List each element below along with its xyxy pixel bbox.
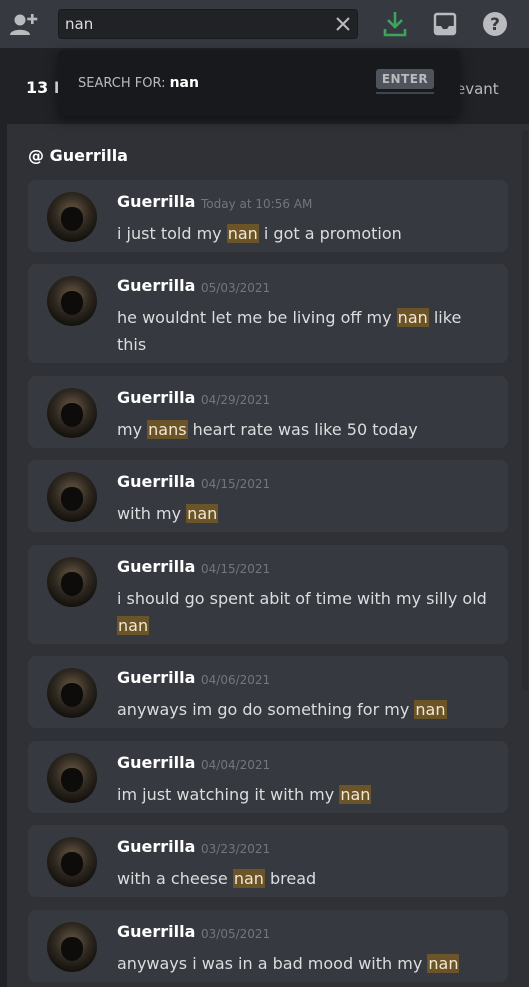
search-highlight: nan xyxy=(117,616,150,635)
message-content: with a cheese nan bread xyxy=(117,865,487,892)
avatar[interactable] xyxy=(47,472,97,522)
help-icon[interactable]: ? xyxy=(480,8,510,40)
message-author[interactable]: Guerrilla xyxy=(117,837,195,856)
search-result[interactable]: Guerrilla 05/03/2021 he wouldnt let me be … xyxy=(28,264,508,363)
message-text: with a cheese xyxy=(117,869,233,888)
message-timestamp: 04/15/2021 xyxy=(201,477,271,491)
search-result[interactable]: Guerrilla 04/04/2021 im just watching it w… xyxy=(28,741,508,813)
message-content: he wouldnt let me be living off my nan l… xyxy=(117,304,487,358)
search-suggestion-dropdown[interactable]: SEARCH FOR: nan ENTER xyxy=(58,50,460,116)
message-text: anyways im go do something for my xyxy=(117,700,415,719)
download-icon[interactable] xyxy=(380,8,410,40)
enter-key-badge: ENTER xyxy=(376,69,434,89)
search-result[interactable]: Guerrilla 04/29/2021 my nans heart rate wa… xyxy=(28,376,508,448)
message-timestamp: 03/05/2021 xyxy=(201,927,271,941)
scrollbar[interactable] xyxy=(522,130,528,690)
message-timestamp: 05/03/2021 xyxy=(201,281,271,295)
message-text: i got a promotion xyxy=(258,224,402,243)
message-content: im just watching it with my nan xyxy=(117,781,487,808)
search-result[interactable]: Guerrilla 03/05/2021 anyways i was in a ba… xyxy=(28,910,508,982)
message-author[interactable]: Guerrilla xyxy=(117,668,195,687)
search-highlight: nan xyxy=(414,700,447,719)
message-text: he wouldnt let me be living off my xyxy=(117,308,397,327)
message-timestamp: 04/15/2021 xyxy=(201,562,271,576)
message-content: my nans heart rate was like 50 today xyxy=(117,416,487,443)
search-suggestion-term: nan xyxy=(169,75,199,91)
search-input[interactable] xyxy=(65,10,325,38)
search-highlight: nans xyxy=(147,420,188,439)
search-result[interactable]: Guerrilla 04/15/2021 i should go spent abi… xyxy=(28,545,508,644)
avatar[interactable] xyxy=(47,837,97,887)
search-highlight: nan xyxy=(232,869,265,888)
message-content: with my nan xyxy=(117,500,487,527)
search-highlight: nan xyxy=(186,504,219,523)
message-text: bread xyxy=(264,869,317,888)
search-result[interactable]: Guerrilla 04/15/2021 with my nan xyxy=(28,460,508,532)
inbox-icon[interactable] xyxy=(430,8,460,40)
message-content: anyways i was in a bad mood with my nan xyxy=(117,950,487,977)
add-friend-icon[interactable] xyxy=(8,8,40,40)
search-suggestion-prefix: SEARCH FOR: xyxy=(78,76,166,91)
message-timestamp: Today at 10:56 AM xyxy=(201,197,313,211)
message-author[interactable]: Guerrilla xyxy=(117,192,195,211)
message-author[interactable]: Guerrilla xyxy=(117,922,195,941)
left-strip xyxy=(0,48,7,987)
enter-key-underline xyxy=(376,92,434,94)
search-suggestion[interactable]: SEARCH FOR: nan xyxy=(78,75,199,91)
search-result[interactable]: Guerrilla 03/23/2021 with a cheese nan bre… xyxy=(28,825,508,897)
message-author[interactable]: Guerrilla xyxy=(117,388,195,407)
message-author[interactable]: Guerrilla xyxy=(117,753,195,772)
message-author[interactable]: Guerrilla xyxy=(117,276,195,295)
message-timestamp: 03/23/2021 xyxy=(201,842,271,856)
message-text: i should go spent abit of time with my s… xyxy=(117,589,487,608)
channel-label: @ Guerrilla xyxy=(28,146,128,165)
message-timestamp: 04/04/2021 xyxy=(201,758,271,772)
message-content: i should go spent abit of time with my s… xyxy=(117,585,487,639)
avatar[interactable] xyxy=(47,192,97,242)
message-text: my xyxy=(117,420,148,439)
message-content: i just told my nan i got a promotion xyxy=(117,220,487,247)
search-result[interactable]: Guerrilla Today at 10:56 AM i just told my… xyxy=(28,180,508,252)
message-text: heart rate was like 50 today xyxy=(187,420,418,439)
avatar[interactable] xyxy=(47,557,97,607)
message-text: anyways i was in a bad mood with my xyxy=(117,954,428,973)
message-text: with my xyxy=(117,504,187,523)
sort-label[interactable]: evant xyxy=(456,80,499,98)
search-highlight: nan xyxy=(226,224,259,243)
search-result[interactable]: Guerrilla 04/06/2021 anyways im go do some… xyxy=(28,656,508,728)
avatar[interactable] xyxy=(47,922,97,972)
message-timestamp: 04/29/2021 xyxy=(201,393,271,407)
avatar[interactable] xyxy=(47,753,97,803)
close-icon[interactable] xyxy=(335,16,351,32)
search-box[interactable] xyxy=(58,9,358,39)
avatar[interactable] xyxy=(47,668,97,718)
message-text: i just told my xyxy=(117,224,227,243)
svg-text:?: ? xyxy=(490,15,500,35)
message-content: anyways im go do something for my nan xyxy=(117,696,487,723)
top-bar: ? xyxy=(0,0,529,48)
search-highlight: nan xyxy=(396,308,429,327)
search-highlight: nan xyxy=(339,785,372,804)
search-highlight: nan xyxy=(427,954,460,973)
avatar[interactable] xyxy=(47,388,97,438)
message-text: im just watching it with my xyxy=(117,785,340,804)
message-author[interactable]: Guerrilla xyxy=(117,472,195,491)
message-timestamp: 04/06/2021 xyxy=(201,673,271,687)
avatar[interactable] xyxy=(47,276,97,326)
message-author[interactable]: Guerrilla xyxy=(117,557,195,576)
